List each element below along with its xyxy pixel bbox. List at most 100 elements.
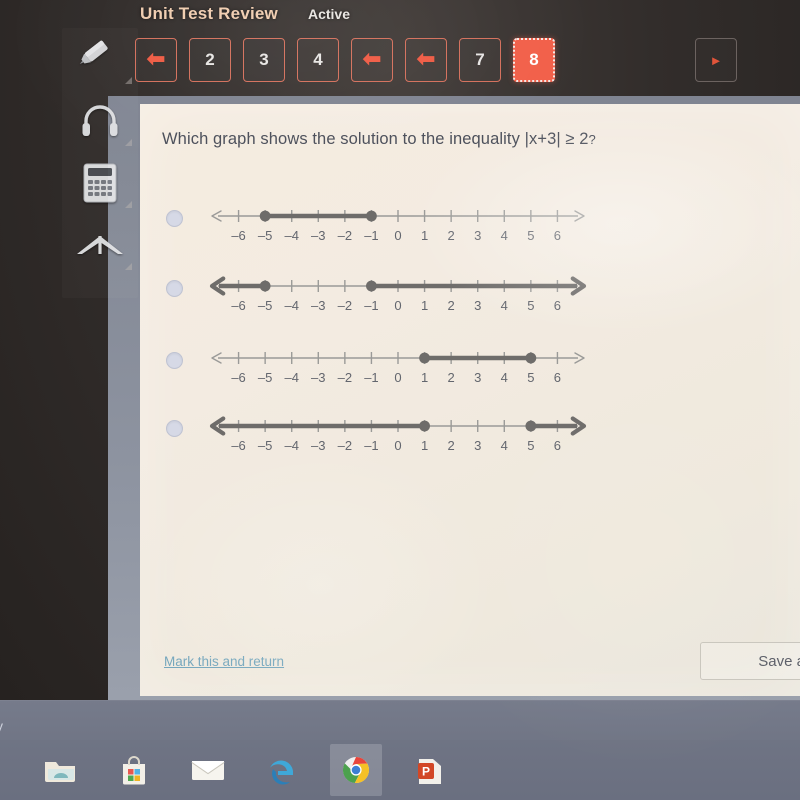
svg-text:–6: –6: [231, 228, 245, 243]
question-prefix: Which graph shows the solution to the in…: [162, 130, 525, 148]
svg-text:1: 1: [421, 438, 428, 453]
arrow-back-icon: ⬅: [416, 46, 436, 71]
answer-option-1[interactable]: –6 –5 –4 –3 –2 –1 0 1 2 3 4 5 6: [162, 200, 782, 264]
powerpoint-icon[interactable]: P: [404, 744, 456, 796]
svg-text:2: 2: [448, 298, 455, 313]
svg-text:–3: –3: [311, 228, 325, 243]
svg-text:3: 3: [474, 228, 481, 243]
svg-text:1: 1: [421, 370, 428, 385]
svg-text:4: 4: [501, 370, 508, 385]
collapse-tool-button[interactable]: [62, 214, 138, 276]
svg-text:–6: –6: [231, 298, 245, 313]
pager-label: 8: [529, 50, 539, 69]
svg-text:3: 3: [474, 298, 481, 313]
svg-text:–5: –5: [258, 438, 272, 453]
svg-text:–4: –4: [284, 370, 298, 385]
svg-text:–4: –4: [284, 298, 298, 313]
pager-label: 2: [205, 50, 215, 69]
svg-text:–4: –4: [284, 228, 298, 243]
svg-text:–1: –1: [364, 438, 378, 453]
svg-text:–2: –2: [338, 370, 352, 385]
svg-text:3: 3: [474, 438, 481, 453]
svg-text:–2: –2: [338, 298, 352, 313]
svg-text:5: 5: [527, 228, 534, 243]
svg-text:3: 3: [474, 370, 481, 385]
pager-question-button-7[interactable]: 7: [459, 38, 501, 82]
save-and-exit-button[interactable]: Save and: [700, 642, 800, 680]
svg-text:2: 2: [448, 370, 455, 385]
pager-question-button-4[interactable]: 4: [297, 38, 339, 82]
answer-option-2[interactable]: –6 –5 –4 –3 –2 –1 0 1 2 3 4 5 6: [162, 270, 782, 334]
radio-button-option-3[interactable]: [166, 352, 183, 369]
question-pager: ⬅ 2 3 4 ⬅ ⬅ 7 8: [135, 38, 555, 82]
svg-text:–1: –1: [364, 228, 378, 243]
arrow-back-icon: ⬅: [146, 46, 166, 71]
pager-label: 7: [475, 50, 485, 69]
svg-text:2: 2: [448, 438, 455, 453]
next-arrow-icon: ►: [709, 52, 723, 68]
svg-text:5: 5: [527, 370, 534, 385]
number-line-option-1: –6 –5 –4 –3 –2 –1 0 1 2 3 4 5 6: [204, 200, 592, 260]
desktop-strip: [0, 700, 800, 744]
mail-icon[interactable]: [182, 744, 234, 796]
page-title: Unit Test Review: [140, 4, 278, 23]
pager-label: 3: [259, 50, 269, 69]
pager-question-button-8[interactable]: 8: [513, 38, 555, 82]
pager-question-button-3[interactable]: 3: [243, 38, 285, 82]
question-expression: |x+3| ≥ 2: [524, 130, 589, 148]
answer-option-4[interactable]: –6 –5 –4 –3 –2 –1 0 1 2 3 4 5 6: [162, 410, 782, 474]
mark-this-and-return-link[interactable]: Mark this and return: [164, 654, 284, 669]
svg-text:P: P: [422, 765, 430, 779]
pager-label: 4: [313, 50, 323, 69]
svg-text:6: 6: [554, 228, 561, 243]
svg-text:0: 0: [394, 438, 401, 453]
svg-text:–2: –2: [338, 438, 352, 453]
svg-text:–3: –3: [311, 370, 325, 385]
title-row: Unit Test Review Active: [140, 4, 350, 24]
svg-text:–2: –2: [338, 228, 352, 243]
tool-corner-marker: [125, 139, 132, 146]
svg-text:0: 0: [394, 298, 401, 313]
file-explorer-icon[interactable]: [34, 744, 86, 796]
pager-question-button-2[interactable]: 2: [189, 38, 231, 82]
next-question-button[interactable]: ►: [695, 38, 737, 82]
number-line-option-3: –6 –5 –4 –3 –2 –1 0 1 2 3 4 5 6: [204, 342, 592, 402]
arrow-back-icon: ⬅: [362, 46, 382, 71]
svg-text:–5: –5: [258, 228, 272, 243]
svg-text:5: 5: [527, 298, 534, 313]
question-text: Which graph shows the solution to the in…: [162, 130, 596, 149]
svg-text:–6: –6: [231, 370, 245, 385]
svg-text:2: 2: [448, 228, 455, 243]
question-suffix: ?: [588, 132, 596, 147]
status-badge: Active: [307, 6, 351, 22]
edge-icon[interactable]: [256, 744, 308, 796]
pager-back-arrow-button-0[interactable]: ⬅: [135, 38, 177, 82]
pager-back-arrow-button-5[interactable]: ⬅: [405, 38, 447, 82]
svg-text:1: 1: [421, 228, 428, 243]
answer-option-3[interactable]: –6 –5 –4 –3 –2 –1 0 1 2 3 4 5 6: [162, 342, 782, 406]
svg-text:–1: –1: [364, 370, 378, 385]
svg-text:–5: –5: [258, 370, 272, 385]
radio-button-option-4[interactable]: [166, 420, 183, 437]
svg-text:5: 5: [527, 438, 534, 453]
radio-button-option-2[interactable]: [166, 280, 183, 297]
calculator-tool-button[interactable]: [62, 152, 138, 214]
pager-back-arrow-button-4[interactable]: ⬅: [351, 38, 393, 82]
svg-text:0: 0: [394, 228, 401, 243]
svg-text:–5: –5: [258, 298, 272, 313]
taskbar-icon-list: P: [34, 740, 456, 800]
number-line-option-4: –6 –5 –4 –3 –2 –1 0 1 2 3 4 5 6: [204, 410, 592, 470]
microsoft-store-icon[interactable]: [108, 744, 160, 796]
radio-button-option-1[interactable]: [166, 210, 183, 227]
headphones-tool-button[interactable]: [62, 90, 138, 152]
svg-text:6: 6: [554, 438, 561, 453]
svg-text:6: 6: [554, 370, 561, 385]
svg-text:–1: –1: [364, 298, 378, 313]
svg-text:–3: –3: [311, 438, 325, 453]
chrome-icon[interactable]: [330, 744, 382, 796]
test-header: Unit Test Review Active ⬅ 2 3 4 ⬅ ⬅ 7 8 ►: [120, 0, 800, 98]
number-line-option-2: –6 –5 –4 –3 –2 –1 0 1 2 3 4 5 6: [204, 270, 592, 330]
svg-text:4: 4: [501, 438, 508, 453]
screen: Unit Test Review Active ⬅ 2 3 4 ⬅ ⬅ 7 8 ► Which…: [0, 0, 800, 800]
svg-text:6: 6: [554, 298, 561, 313]
